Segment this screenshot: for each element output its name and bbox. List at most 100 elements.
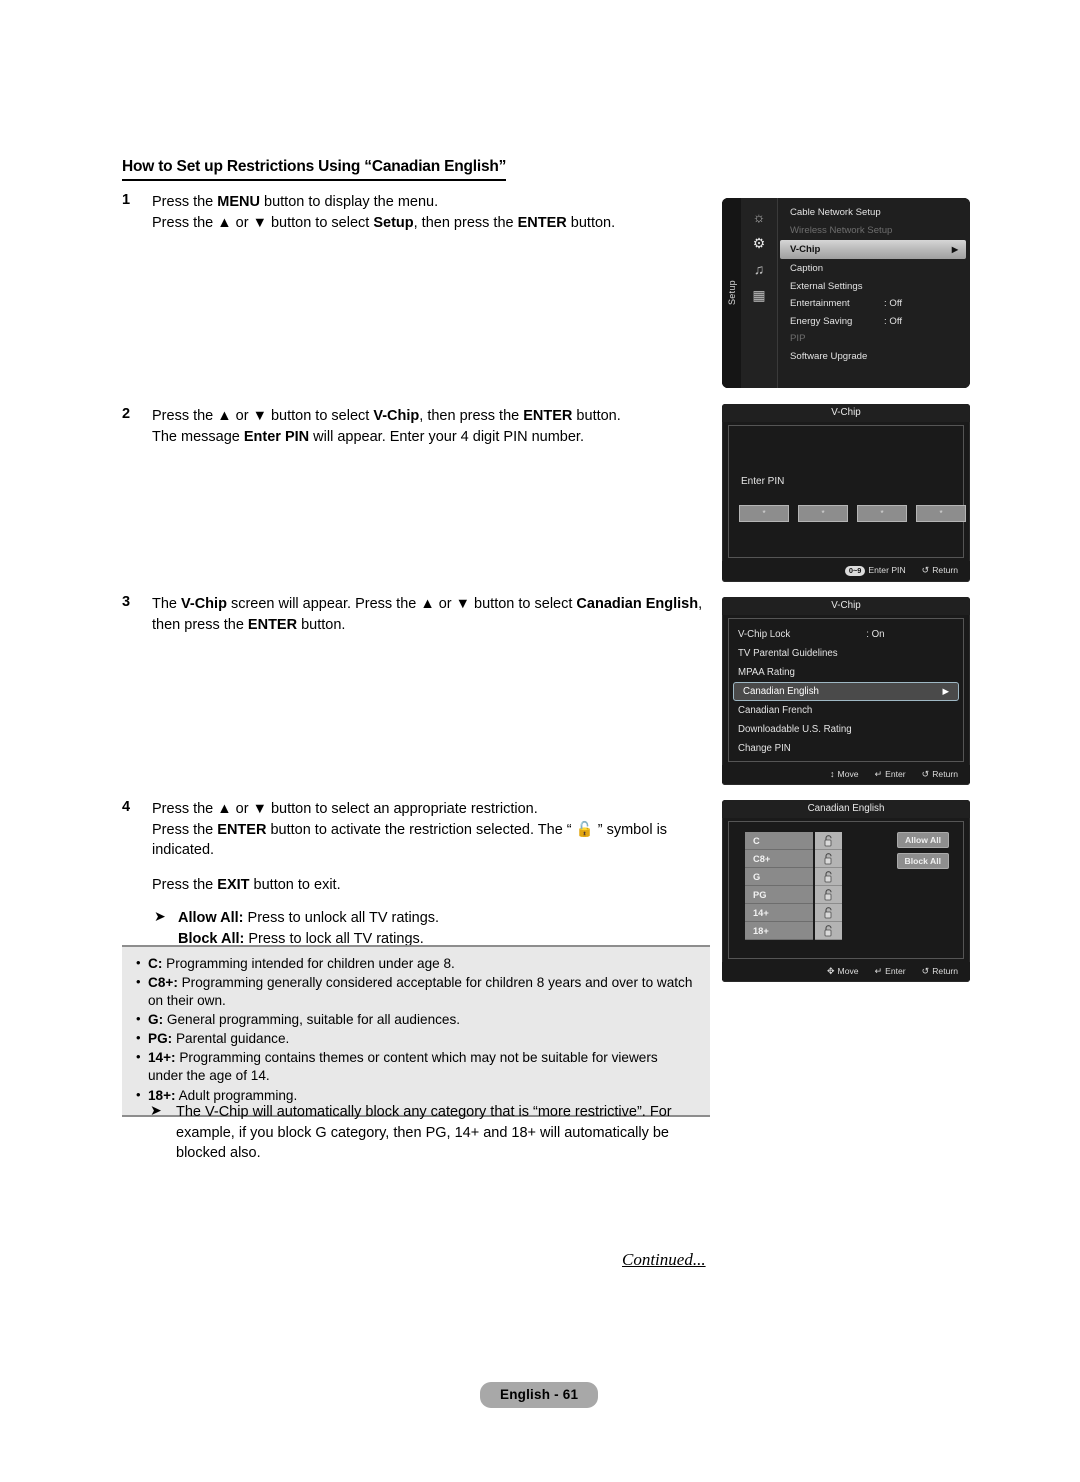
- step-1: 1 Press the MENU button to display the m…: [122, 192, 722, 233]
- unlocked-padlock-icon: [824, 924, 832, 936]
- vchip-item-canadian-french[interactable]: Canadian French: [729, 701, 963, 720]
- osd-canadian-english-footer: ✥ Move ↵ Enter ↺ Return: [722, 962, 970, 980]
- rating-text-18: Adult programming.: [175, 1087, 298, 1103]
- lock-cell-g[interactable]: [815, 868, 842, 886]
- lock-cell-c[interactable]: [815, 832, 842, 850]
- step-1-line1a: Press the: [152, 194, 218, 210]
- vchip-item-mpaa-rating[interactable]: MPAA Rating: [729, 663, 963, 682]
- menu-item-label: Entertainment: [790, 298, 850, 309]
- vchip-item-change-pin[interactable]: Change PIN: [729, 739, 963, 758]
- menu-item-label: Wireless Network Setup: [790, 224, 893, 236]
- allow-all-label: Allow All:: [178, 910, 244, 927]
- footer-return-label: Return: [932, 966, 958, 976]
- menu-item-energy-saving[interactable]: Energy Saving : Off: [778, 313, 970, 331]
- step-4-allow-block-note: ➤ Allow All: Press to unlock all TV rati…: [152, 908, 722, 949]
- unlocked-padlock-icon: [824, 834, 832, 846]
- allow-all-button[interactable]: Allow All: [897, 832, 949, 848]
- list-item: C: Programming intended for children und…: [136, 954, 696, 973]
- menu-item-software-upgrade[interactable]: Software Upgrade: [778, 348, 970, 366]
- menu-item-value: : Off: [884, 315, 902, 327]
- rating-text-g: General programming, suitable for all au…: [163, 1012, 461, 1028]
- step-4-line2a: Press the: [152, 821, 218, 838]
- footer-move-label: Move: [837, 769, 859, 779]
- step-2-line1e: button.: [572, 408, 621, 424]
- rating-row-c8[interactable]: C8+: [745, 850, 813, 868]
- lock-cell-18[interactable]: [815, 922, 842, 940]
- rating-row-pg[interactable]: PG: [745, 886, 813, 904]
- rating-row-c[interactable]: C: [745, 832, 813, 850]
- menu-item-v-chip[interactable]: V-Chip ▶: [780, 240, 966, 259]
- pin-digit-2[interactable]: *: [798, 505, 848, 522]
- vchip-item-label: Downloadable U.S. Rating: [738, 724, 852, 735]
- menu-item-wireless-network-setup[interactable]: Wireless Network Setup: [778, 222, 970, 240]
- vchip-item-tv-parental-guidelines[interactable]: TV Parental Guidelines: [729, 644, 963, 663]
- arrow-bullet-icon: ➤: [150, 1102, 162, 1118]
- vchip-item-canadian-english[interactable]: Canadian English ▶: [733, 682, 959, 701]
- lock-cell-pg[interactable]: [815, 886, 842, 904]
- sound-icon[interactable]: ♫: [749, 260, 769, 278]
- pin-digit-3[interactable]: *: [857, 505, 907, 522]
- enter-pin-label: Enter PIN: [741, 476, 785, 487]
- picture-icon[interactable]: ☼: [749, 208, 769, 226]
- step-4-line3a: Press the: [152, 876, 218, 893]
- step-3: 3 The V-Chip screen will appear. Press t…: [122, 594, 722, 635]
- step-1-menu-key: MENU: [217, 194, 260, 210]
- vchip-item-downloadable-us-rating[interactable]: Downloadable U.S. Rating: [729, 720, 963, 739]
- step-4-line3c: button to exit.: [249, 876, 341, 893]
- block-all-button[interactable]: Block All: [896, 853, 949, 869]
- rating-definitions-box: C: Programming intended for children und…: [122, 945, 710, 1117]
- vchip-item-label: TV Parental Guidelines: [738, 648, 838, 659]
- step-1-setup-kw: Setup: [373, 214, 414, 231]
- menu-item-label: Caption: [790, 263, 824, 274]
- menu-item-entertainment[interactable]: Entertainment : Off: [778, 295, 970, 313]
- lock-cell-c8[interactable]: [815, 850, 842, 868]
- step-2: 2 Press the ▲ or ▼ button to select V-Ch…: [122, 406, 722, 447]
- pin-digit-1[interactable]: *: [739, 505, 789, 522]
- osd-setup-list: Cable Network Setup Wireless Network Set…: [777, 198, 970, 388]
- chevron-right-icon: ▶: [951, 245, 958, 254]
- pin-digit-4[interactable]: *: [916, 505, 966, 522]
- menu-item-cable-network-setup[interactable]: Cable Network Setup: [778, 204, 970, 222]
- menu-item-external-settings[interactable]: External Settings: [778, 278, 970, 296]
- step-1-line1c: button to display the menu.: [259, 194, 439, 210]
- step-2-line2c: will appear. Enter your 4 digit PIN numb…: [309, 428, 584, 445]
- more-restrictive-note: ➤ The V-Chip will automatically block an…: [150, 1102, 720, 1164]
- rating-grid: C C8+ G PG 14+ 18+: [745, 832, 842, 940]
- setup-gear-icon[interactable]: ⚙: [749, 234, 769, 252]
- vchip-item-label: MPAA Rating: [738, 667, 795, 678]
- rating-definitions-list: C: Programming intended for children und…: [136, 954, 696, 1105]
- rating-row-g[interactable]: G: [745, 868, 813, 886]
- vchip-item-label: Canadian English: [743, 686, 819, 697]
- lock-cell-14[interactable]: [815, 904, 842, 922]
- allow-block-buttons: Allow All Block All: [896, 832, 949, 869]
- step-4: 4 Press the ▲ or ▼ button to select an a…: [122, 799, 722, 949]
- menu-item-label: PIP: [790, 333, 806, 344]
- step-4-line1: Press the ▲ or ▼ button to select an app…: [152, 801, 538, 817]
- menu-item-pip[interactable]: PIP: [778, 330, 970, 348]
- vchip-item-lock[interactable]: V-Chip Lock : On: [729, 625, 963, 644]
- menu-item-label: Software Upgrade: [790, 350, 868, 362]
- step-2-vchip-kw: V-Chip: [373, 408, 420, 424]
- menu-item-caption[interactable]: Caption: [778, 260, 970, 278]
- page-title: How to Set up Restrictions Using “Canadi…: [122, 158, 506, 181]
- rating-text-c8: Programming generally considered accepta…: [148, 975, 693, 1009]
- numeric-keys-pill: 0~9: [844, 565, 866, 576]
- step-1-body: Press the MENU button to display the men…: [152, 192, 722, 233]
- footer-move-label: Move: [837, 966, 859, 976]
- osd-canadian-english-title: Canadian English: [722, 800, 970, 818]
- rating-label-c: C:: [148, 956, 163, 971]
- rating-row-14[interactable]: 14+: [745, 904, 813, 922]
- osd-setup-rail: Setup: [722, 198, 741, 388]
- rating-label-c8: C8+:: [148, 975, 178, 991]
- menu-item-value: : Off: [884, 298, 902, 309]
- input-icon[interactable]: ▦: [749, 286, 769, 304]
- unlocked-padlock-icon: [824, 870, 832, 882]
- move-updown-icon: ↕: [830, 769, 835, 779]
- rating-row-18[interactable]: 18+: [745, 922, 813, 940]
- step-1-line2c: , then press the: [413, 214, 518, 231]
- rating-label-14: 14+:: [148, 1050, 176, 1066]
- vchip-item-value: : On: [866, 629, 885, 640]
- footer-enter-hint: ↵ Enter: [875, 962, 906, 980]
- step-2-number: 2: [122, 406, 131, 422]
- step-2-line1c: , then press the: [419, 408, 524, 424]
